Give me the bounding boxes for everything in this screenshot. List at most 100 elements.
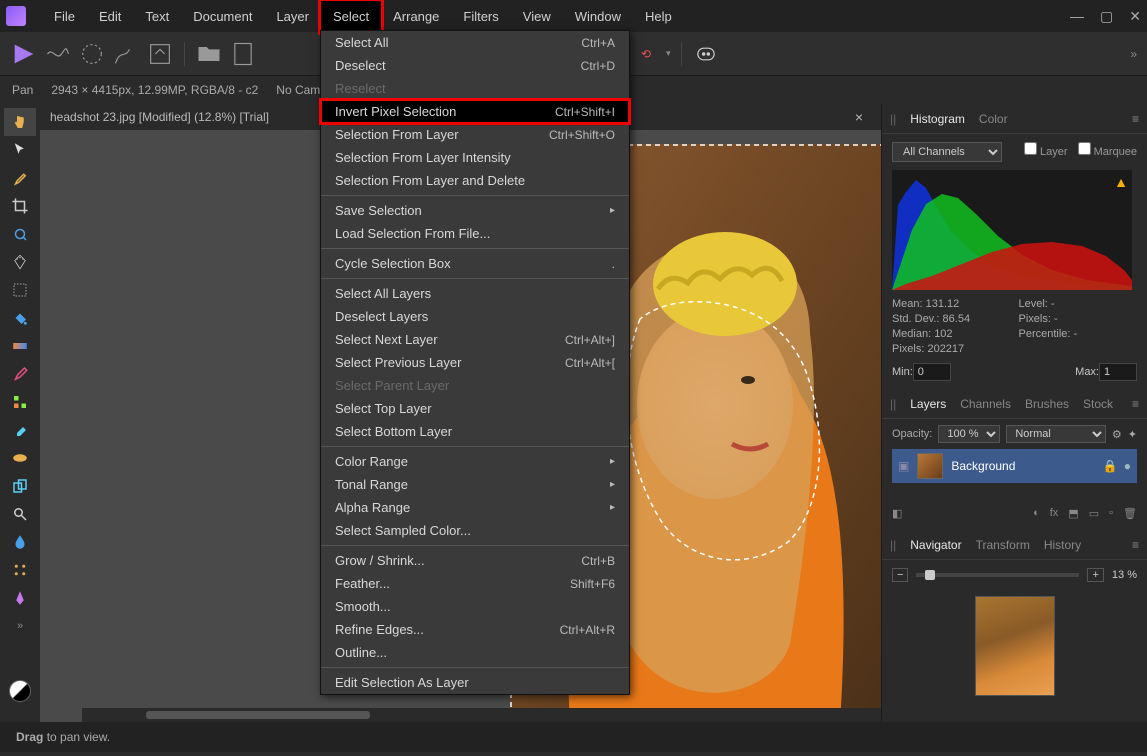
selection-brush-tool[interactable] (4, 220, 36, 248)
tonemap-icon[interactable] (112, 40, 140, 68)
toolbar-more-icon[interactable]: » (1130, 47, 1137, 61)
menu-item-select-all-layers[interactable]: Select All Layers (321, 282, 629, 305)
tab-brushes[interactable]: Brushes (1025, 397, 1069, 411)
develop-icon[interactable] (78, 40, 106, 68)
menu-item-alpha-range[interactable]: Alpha Range (321, 496, 629, 519)
menu-item-deselect[interactable]: DeselectCtrl+D (321, 54, 629, 77)
horizontal-scrollbar[interactable] (82, 708, 881, 722)
tab-close-button[interactable]: × (847, 109, 871, 125)
color-swatch[interactable] (9, 680, 31, 702)
dropdown-caret-icon[interactable]: ▾ (666, 48, 671, 59)
tab-transform[interactable]: Transform (976, 538, 1030, 552)
menu-item-invert-pixel-selection[interactable]: Invert Pixel SelectionCtrl+Shift+I (321, 100, 629, 123)
layer-row[interactable]: ▣ Background 🔒● (892, 449, 1137, 483)
crop-tool[interactable] (4, 192, 36, 220)
hist-min-input[interactable] (913, 363, 951, 381)
marquee-tool[interactable] (4, 276, 36, 304)
panel-menu-icon[interactable]: ≡ (1132, 397, 1139, 411)
menu-window[interactable]: Window (563, 1, 633, 32)
zoom-slider[interactable] (916, 573, 1079, 577)
erase-tool[interactable] (4, 416, 36, 444)
menu-item-load-selection-from-file-[interactable]: Load Selection From File... (321, 222, 629, 245)
gradient-tool[interactable] (4, 332, 36, 360)
dot-icon[interactable]: ● (1124, 459, 1131, 473)
menu-select[interactable]: Select (321, 1, 381, 32)
menu-item-smooth-[interactable]: Smooth... (321, 595, 629, 618)
tab-histogram[interactable]: Histogram (910, 112, 965, 126)
fx-button-icon[interactable]: fx (1050, 507, 1059, 520)
paint-brush-tool[interactable] (4, 360, 36, 388)
menu-item-select-sampled-color-[interactable]: Select Sampled Color... (321, 519, 629, 542)
crop-layer-icon[interactable]: ⬒ (1068, 507, 1078, 520)
open-icon[interactable] (195, 40, 223, 68)
flood-select-tool[interactable] (4, 248, 36, 276)
gear-icon[interactable]: ⚙ (1112, 428, 1122, 441)
layer-checkbox[interactable]: Layer (1024, 142, 1068, 158)
menu-item-cycle-selection-box[interactable]: Cycle Selection Box. (321, 252, 629, 275)
tab-history[interactable]: History (1044, 538, 1081, 552)
menu-document[interactable]: Document (181, 1, 264, 32)
menu-text[interactable]: Text (133, 1, 181, 32)
sponge-tool[interactable] (4, 444, 36, 472)
color-picker-tool[interactable] (4, 164, 36, 192)
mask-icon[interactable]: ◧ (892, 507, 902, 520)
menu-edit[interactable]: Edit (87, 1, 133, 32)
menu-arrange[interactable]: Arrange (381, 1, 451, 32)
menu-item-edit-selection-as-layer[interactable]: Edit Selection As Layer (321, 671, 629, 694)
menu-layer[interactable]: Layer (264, 1, 321, 32)
menu-item-color-range[interactable]: Color Range (321, 450, 629, 473)
maximize-button[interactable]: ▢ (1100, 8, 1113, 25)
snapping-icon[interactable]: ⟲ (632, 40, 660, 68)
menu-item-select-top-layer[interactable]: Select Top Layer (321, 397, 629, 420)
export-icon[interactable] (146, 40, 174, 68)
minimize-button[interactable]: — (1070, 8, 1084, 25)
menu-item-grow-shrink-[interactable]: Grow / Shrink...Ctrl+B (321, 549, 629, 572)
close-button[interactable]: ✕ (1129, 8, 1141, 25)
menu-item-selection-from-layer[interactable]: Selection From LayerCtrl+Shift+O (321, 123, 629, 146)
marquee-checkbox[interactable]: Marquee (1078, 142, 1137, 158)
menu-view[interactable]: View (511, 1, 563, 32)
tab-color[interactable]: Color (979, 112, 1008, 126)
lock-icon[interactable]: 🔒 (1103, 459, 1118, 473)
menu-file[interactable]: File (42, 1, 87, 32)
pan-tool[interactable] (4, 108, 36, 136)
zoom-out-button[interactable]: − (892, 568, 908, 582)
menu-item-refine-edges-[interactable]: Refine Edges...Ctrl+Alt+R (321, 618, 629, 641)
channel-select[interactable]: All Channels (892, 142, 1002, 162)
blend-mode-select[interactable]: Normal (1006, 425, 1106, 443)
menu-item-selection-from-layer-and-delete[interactable]: Selection From Layer and Delete (321, 169, 629, 192)
clone-tool[interactable] (4, 472, 36, 500)
menu-item-select-all[interactable]: Select AllCtrl+A (321, 31, 629, 54)
opacity-select[interactable]: 100 % (938, 425, 1000, 443)
panel-menu-icon[interactable]: ≡ (1132, 112, 1139, 126)
tab-navigator[interactable]: Navigator (910, 538, 961, 552)
mesh-warp-tool[interactable] (4, 556, 36, 584)
pen-tool[interactable] (4, 584, 36, 612)
menu-item-feather-[interactable]: Feather...Shift+F6 (321, 572, 629, 595)
tab-stock[interactable]: Stock (1083, 397, 1113, 411)
persona-icon[interactable] (10, 40, 38, 68)
panel-menu-icon[interactable]: ≡ (1132, 538, 1139, 552)
group-icon[interactable]: ▭ (1089, 507, 1099, 520)
menu-item-select-previous-layer[interactable]: Select Previous LayerCtrl+Alt+[ (321, 351, 629, 374)
document-tab[interactable]: headshot 23.jpg [Modified] (12.8%) [Tria… (50, 110, 269, 124)
menu-item-selection-from-layer-intensity[interactable]: Selection From Layer Intensity (321, 146, 629, 169)
liquify-icon[interactable] (44, 40, 72, 68)
menu-item-deselect-layers[interactable]: Deselect Layers (321, 305, 629, 328)
menu-item-select-bottom-layer[interactable]: Select Bottom Layer (321, 420, 629, 443)
zoom-in-button[interactable]: + (1087, 568, 1103, 582)
doc-icon[interactable] (229, 40, 257, 68)
menu-item-outline-[interactable]: Outline... (321, 641, 629, 664)
add-layer-icon[interactable]: ▫ (1109, 507, 1113, 520)
tab-layers[interactable]: Layers (910, 397, 946, 411)
pixel-tool[interactable] (4, 388, 36, 416)
navigator-thumbnail[interactable] (975, 596, 1055, 696)
account-icon[interactable] (692, 40, 720, 68)
fx-icon[interactable]: ✦ (1128, 428, 1137, 441)
dodge-tool[interactable] (4, 500, 36, 528)
blur-tool[interactable] (4, 528, 36, 556)
hist-max-input[interactable] (1099, 363, 1137, 381)
adjust-icon[interactable]: ◐ (1033, 507, 1040, 520)
tab-channels[interactable]: Channels (960, 397, 1011, 411)
flood-fill-tool[interactable] (4, 304, 36, 332)
